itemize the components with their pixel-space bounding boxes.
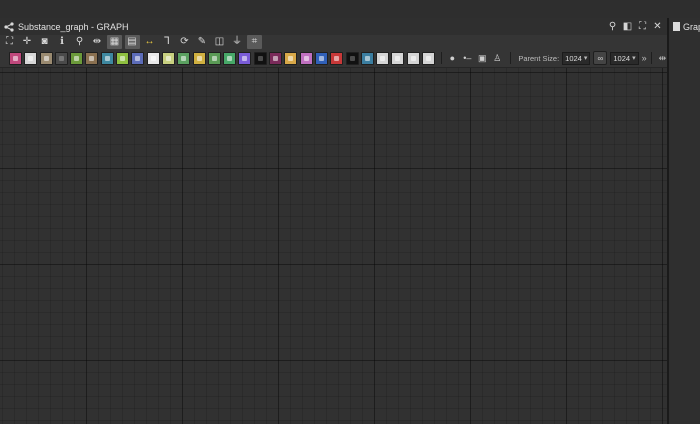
window-top-strip	[0, 0, 700, 19]
random-node-icon[interactable]	[54, 51, 68, 65]
chevron-down-icon: ▾	[583, 55, 588, 62]
node-shortcuts	[9, 51, 437, 65]
sphere-node-icon[interactable]	[207, 51, 221, 65]
output-size-height-value: 1024	[613, 53, 631, 63]
refresh-icon[interactable]: ⟳	[177, 35, 192, 49]
graph-canvas[interactable]	[0, 68, 667, 424]
bitmap-node-icon[interactable]	[9, 51, 22, 65]
panel-actions: ⚲ ◧ ⛶ ✕	[605, 18, 665, 35]
node-link-extra-icon[interactable]: ⇹	[659, 53, 667, 64]
pin-node-icon[interactable]: •–	[461, 52, 473, 65]
parent-size-label: Parent Size:	[518, 53, 560, 63]
graph-layout-icon[interactable]: ▦	[107, 35, 122, 49]
red-node-icon[interactable]	[330, 51, 344, 65]
green-node-icon[interactable]	[223, 51, 237, 65]
fxmap-node-icon[interactable]	[253, 51, 267, 65]
toolbar-separator	[510, 52, 512, 64]
grid-snap-icon[interactable]: ⌗	[247, 35, 262, 49]
toolbar-separator	[650, 52, 652, 64]
export-icon[interactable]: ◫	[212, 35, 227, 49]
color-node-icon[interactable]	[39, 51, 53, 65]
shape-node-icon[interactable]	[161, 51, 175, 65]
comment-bubble-icon[interactable]: ●	[446, 52, 458, 65]
warp-node-icon[interactable]	[116, 51, 130, 65]
node-library-toolbar: ●•–▣♙ Parent Size: 1024 ▾ ∞ 1024 ▾ » ⇹ »	[0, 49, 676, 68]
blur-node-icon[interactable]	[131, 51, 145, 65]
node-link-icon[interactable]: ⇹	[90, 35, 105, 49]
gradient-node-icon[interactable]	[70, 51, 84, 65]
navigation-pin-icon[interactable]: ♙	[491, 52, 503, 65]
transform-node-icon[interactable]	[314, 51, 328, 65]
restore-icon[interactable]: ◧	[620, 19, 635, 34]
rainbow-node-icon[interactable]	[192, 51, 206, 65]
pixel-processor-icon[interactable]	[406, 51, 420, 65]
panel-title: Substance_graph - GRAPH	[18, 21, 129, 32]
tools-icon[interactable]: ✎	[195, 35, 210, 49]
frame-all-icon[interactable]: ⛶	[2, 35, 17, 49]
text-node-icon[interactable]	[299, 51, 313, 65]
compute-icon[interactable]: ▤	[124, 35, 140, 49]
debug-icon[interactable]: ⏚	[230, 35, 245, 49]
comment-node-icon[interactable]	[422, 51, 436, 65]
input-node-icon[interactable]	[391, 51, 405, 65]
frame-box-icon[interactable]: ▣	[476, 52, 488, 65]
add-pattern-node-icon[interactable]	[177, 51, 191, 65]
toolbar-separator	[441, 52, 443, 64]
tile-node-icon[interactable]	[100, 51, 114, 65]
value-node-icon[interactable]	[345, 51, 359, 65]
pin-icon[interactable]: ⚲	[605, 19, 620, 34]
grid-node-icon[interactable]	[146, 51, 160, 65]
svg-node-icon[interactable]	[24, 51, 38, 65]
info-icon[interactable]: ℹ	[55, 35, 70, 49]
panel-titlebar: Substance_graph - GRAPH ⚲ ◧ ⛶ ✕	[0, 18, 667, 35]
right-panel: Grap	[669, 18, 700, 424]
curve-node-icon[interactable]	[85, 51, 99, 65]
chevron-down-icon: ▾	[632, 55, 636, 62]
output-size-width-select[interactable]: 1024 ▾	[562, 51, 591, 65]
graph-item-shortcuts: ● •– ▣ ♙	[446, 52, 506, 65]
warning-node-icon[interactable]	[284, 51, 298, 65]
search-icon[interactable]: ⚲	[72, 35, 87, 49]
output-size-height-select[interactable]: 1024 ▾	[610, 51, 639, 65]
right-panel-tab[interactable]: Grap	[669, 18, 700, 35]
camera-icon[interactable]: ◙	[37, 35, 52, 49]
toolbar-overflow-icon[interactable]: »	[642, 53, 647, 63]
link-size-icon[interactable]: ∞	[593, 51, 608, 65]
right-panel-title: Grap	[683, 21, 700, 32]
output-size-width-value: 1024	[565, 53, 582, 63]
frame-selected-icon[interactable]: ✛	[20, 35, 35, 49]
maximize-icon[interactable]: ⛶	[635, 19, 650, 34]
frame-node-icon[interactable]	[360, 51, 374, 65]
document-icon	[673, 22, 680, 31]
close-icon[interactable]: ✕	[650, 19, 665, 34]
graph-toolbar: ⛶ ✛ ◙ ℹ ⚲ ⇹ ▦ ▤ ↔ ⅂ ⟳ ✎ ◫ ⏚ ⌗	[0, 35, 669, 49]
graph-icon	[4, 21, 14, 32]
hue-node-icon[interactable]	[238, 51, 252, 65]
align-icon[interactable]: ⅂	[160, 35, 175, 49]
connection-icon[interactable]: ↔	[142, 35, 157, 49]
graph-panel: Substance_graph - GRAPH ⚲ ◧ ⛶ ✕ ⛶ ✛ ◙ ℹ ⚲ ⇹ ▦ ▤ ↔ ⅂ ⟳…	[0, 18, 676, 424]
histogram-node-icon[interactable]	[269, 51, 283, 65]
output-node-icon[interactable]	[376, 51, 390, 65]
